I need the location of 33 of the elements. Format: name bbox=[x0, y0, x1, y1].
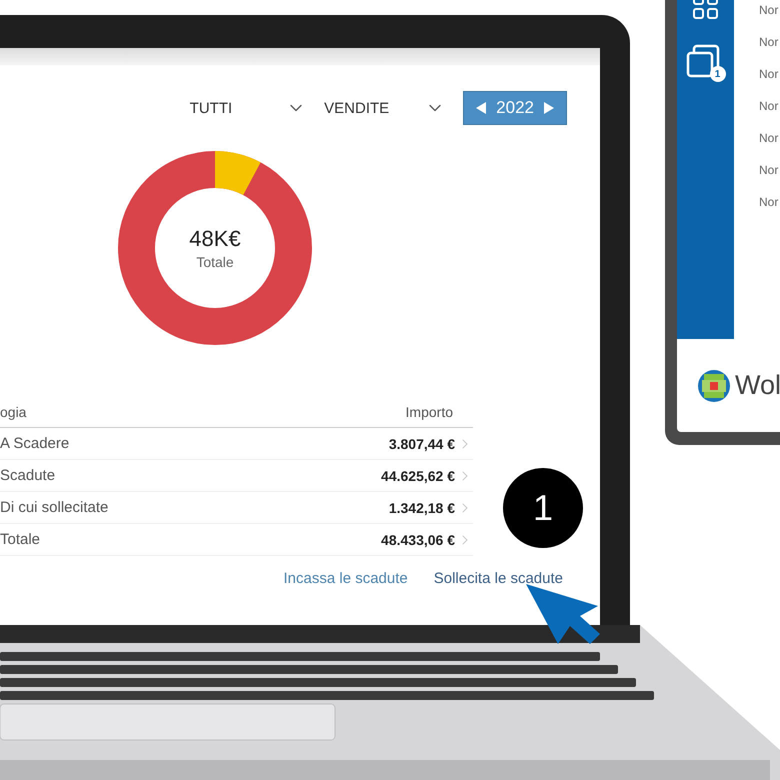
brand-name: Wol bbox=[735, 370, 780, 401]
list-item[interactable]: Nor bbox=[759, 97, 778, 116]
list-item[interactable]: Nor bbox=[759, 1, 778, 20]
row-label: Scadute bbox=[0, 467, 56, 484]
amount-cell: 44.625,62 € bbox=[381, 468, 455, 484]
list-item[interactable]: Nor bbox=[759, 33, 778, 52]
filter-dropdown[interactable]: TUTTI bbox=[190, 100, 232, 116]
previous-icon[interactable] bbox=[476, 102, 486, 114]
list-item[interactable]: Nor bbox=[759, 161, 778, 180]
filter-dropdown[interactable]: VENDITE bbox=[324, 100, 390, 116]
year-text: 2022 bbox=[496, 98, 534, 118]
year-picker[interactable]: 2022 bbox=[463, 91, 567, 125]
cursor-arrow-icon bbox=[524, 582, 600, 646]
windows-icon[interactable] bbox=[686, 44, 720, 78]
row-label: Totale bbox=[0, 531, 42, 548]
list-item[interactable]: Nor bbox=[759, 65, 778, 84]
grid-icon[interactable] bbox=[692, 0, 718, 20]
action-link[interactable]: Incassa le scadute bbox=[284, 570, 408, 587]
next-icon[interactable] bbox=[544, 102, 554, 114]
notification-count: 1 bbox=[710, 66, 726, 82]
list-item[interactable]: Nor bbox=[759, 193, 778, 212]
amount-cell: 1.342,18 € bbox=[388, 500, 455, 516]
logo-icon bbox=[697, 368, 731, 402]
donut-value: 48K€ bbox=[189, 226, 241, 252]
column-header: ogia bbox=[0, 404, 26, 420]
action-link[interactable]: Sollecita le scadute bbox=[434, 570, 563, 587]
amount-cell: 48.433,06 € bbox=[381, 532, 455, 548]
donut-label: Totale bbox=[196, 254, 234, 270]
column-header: Importo bbox=[406, 404, 453, 420]
row-label: Di cui sollecitate bbox=[0, 499, 110, 516]
amount-cell: 3.807,44 € bbox=[388, 436, 455, 452]
row-label: A Scadere bbox=[0, 435, 70, 452]
list-item[interactable]: Nor bbox=[759, 129, 778, 148]
